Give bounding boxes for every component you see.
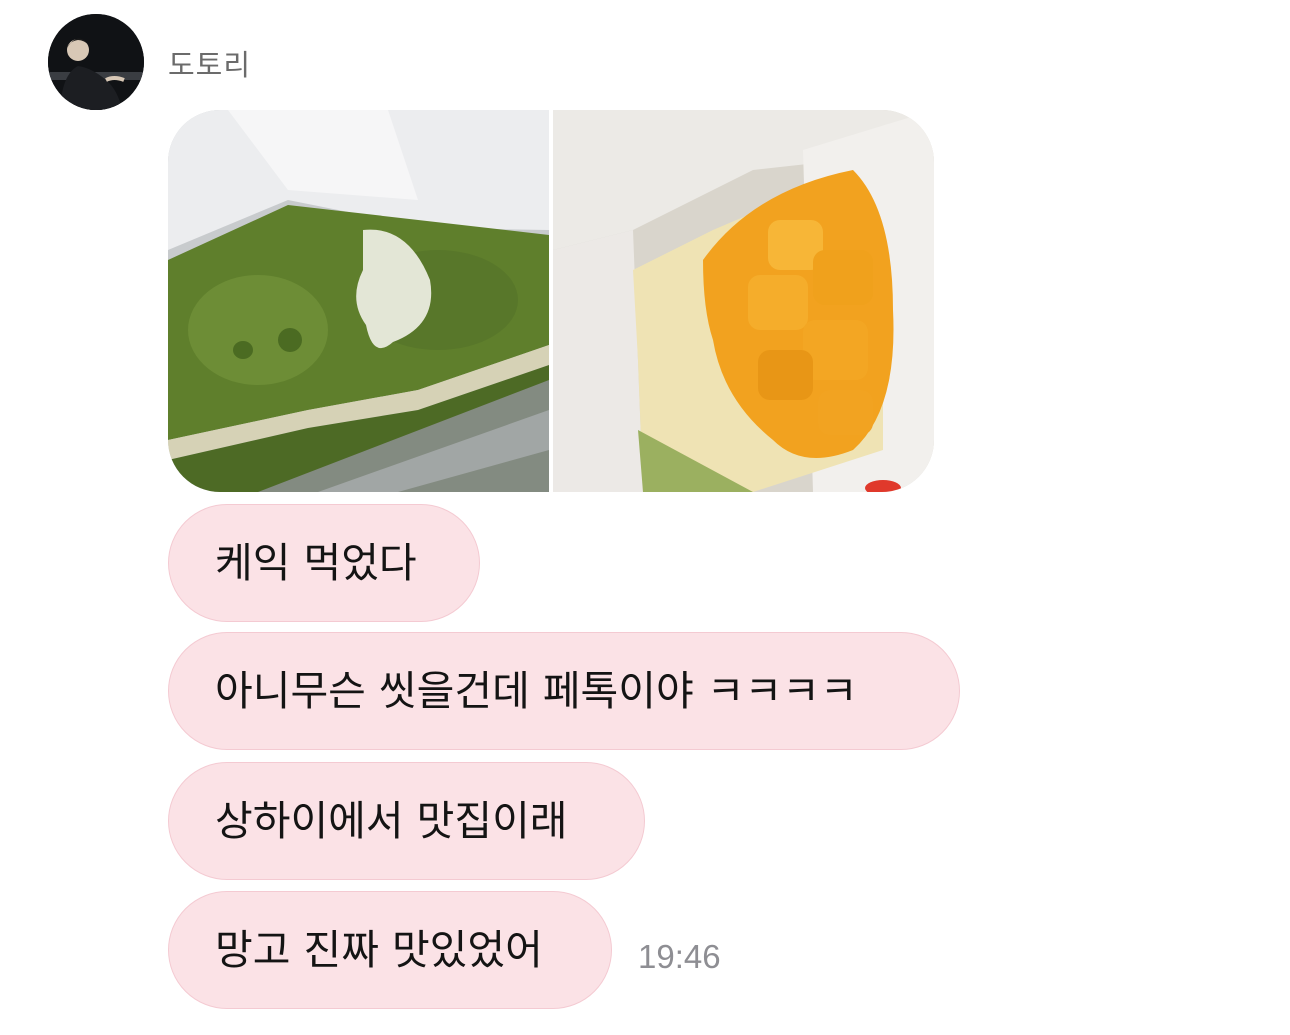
avatar-image xyxy=(48,14,144,110)
message-timestamp: 19:46 xyxy=(638,938,721,975)
photo-attachment[interactable] xyxy=(168,110,934,492)
message-bubble[interactable]: 아니무슨 씻을건데 페톡이야 ㅋㅋㅋㅋ xyxy=(168,632,960,750)
sender-name: 도토리 xyxy=(168,48,252,82)
matcha-cake-image xyxy=(168,110,549,492)
message-bubble[interactable]: 상하이에서 맛집이래 xyxy=(168,762,645,880)
chat-screen: 도토리 케익 먹었다 아니무슨 씻을건데 페톡이야 ㅋㅋㅋㅋ 상하이에서 맛집이… xyxy=(0,0,1290,1035)
sender-avatar[interactable] xyxy=(48,14,144,110)
matcha-cake-photo[interactable] xyxy=(168,110,549,492)
message-bubble[interactable]: 케익 먹었다 xyxy=(168,504,480,622)
mango-cake-photo[interactable] xyxy=(553,110,934,492)
mango-cake-image xyxy=(553,110,934,492)
message-bubble[interactable]: 망고 진짜 맛있었어 xyxy=(168,891,612,1009)
